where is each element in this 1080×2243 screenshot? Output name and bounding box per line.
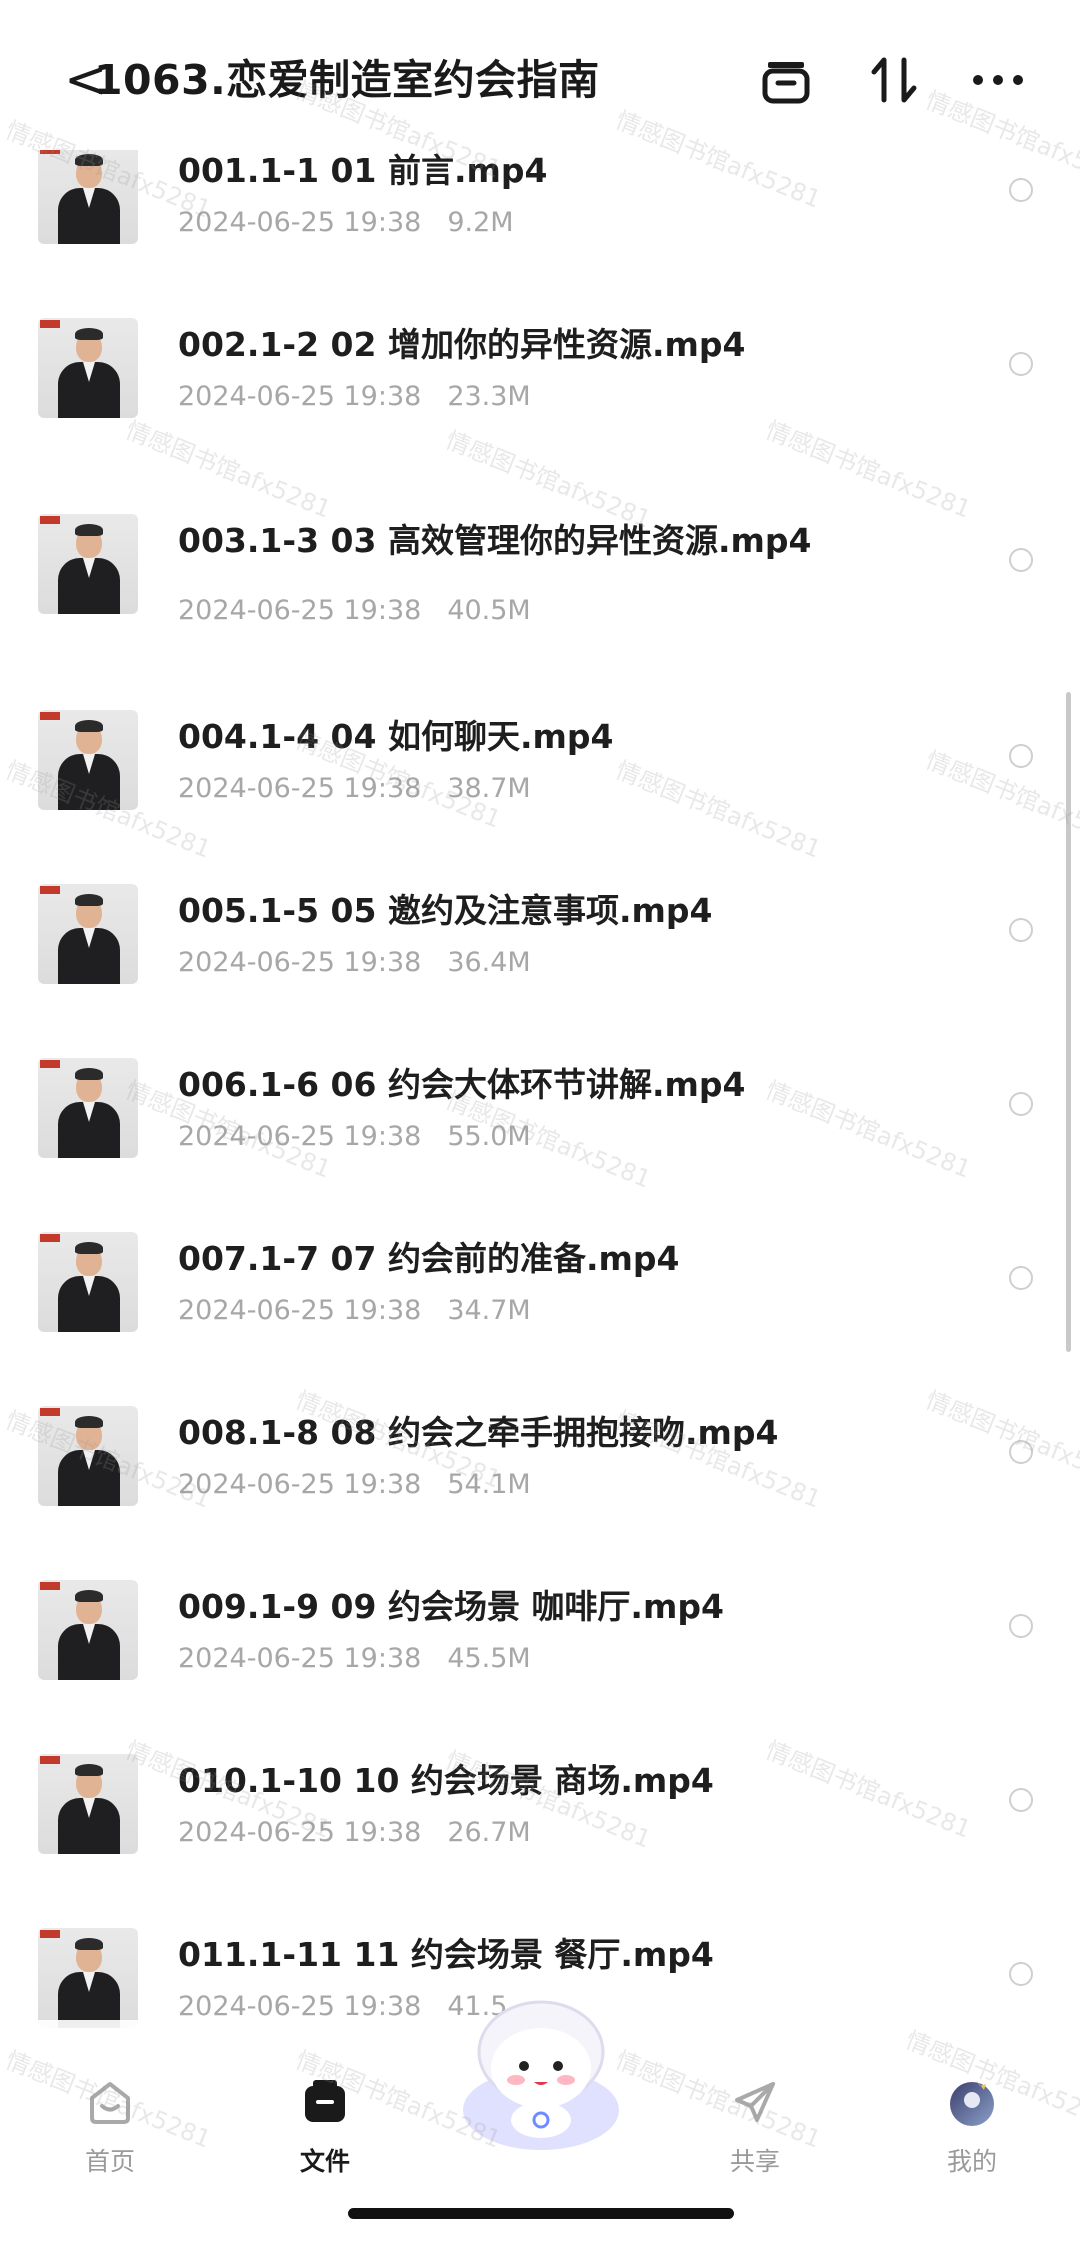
file-size: 34.7M [447, 1295, 531, 1326]
file-date: 2024-06-25 19:38 [178, 1817, 422, 1848]
file-row[interactable]: 004.1-4 04 如何聊天.mp4 2024-06-25 19:38 38.7… [0, 706, 1080, 880]
file-size: 55.0M [447, 1121, 531, 1152]
video-thumbnail [38, 318, 138, 418]
file-row[interactable]: 002.1-2 02 增加你的异性资源.mp4 2024-06-25 19:38… [0, 314, 1080, 488]
file-date: 2024-06-25 19:38 [178, 1121, 422, 1152]
file-date: 2024-06-25 19:38 [178, 1991, 422, 2022]
file-size: 38.7M [447, 773, 531, 804]
home-indicator [348, 2208, 734, 2219]
select-radio[interactable] [1009, 918, 1033, 942]
file-name: 001.1-1 01 前言.mp4 [178, 151, 548, 190]
select-radio[interactable] [1009, 1266, 1033, 1290]
file-meta: 2024-06-25 19:38 34.7M [178, 1294, 531, 1328]
file-date: 2024-06-25 19:38 [178, 947, 422, 978]
nav-share-label: 共享 [729, 2147, 780, 2176]
file-date: 2024-06-25 19:38 [178, 1469, 422, 1500]
file-date: 2024-06-25 19:38 [178, 773, 422, 804]
file-size: 45.5M [447, 1643, 531, 1674]
nav-home-label: 首页 [84, 2147, 135, 2176]
video-thumbnail [38, 1406, 138, 1506]
select-radio[interactable] [1009, 352, 1033, 376]
select-radio[interactable] [1009, 1092, 1033, 1116]
sort-icon[interactable] [864, 50, 924, 110]
file-date: 2024-06-25 19:38 [178, 381, 422, 412]
file-size: 54.1M [447, 1469, 531, 1500]
video-thumbnail [38, 1928, 138, 2028]
select-radio[interactable] [1009, 548, 1033, 572]
file-row[interactable]: 010.1-10 10 约会场景 商场.mp4 2024-06-25 19:38… [0, 1750, 1080, 1924]
top-bar: < 1063.恋爱制造室约会指南 [0, 0, 1080, 150]
video-thumbnail [38, 1580, 138, 1680]
select-radio[interactable] [1009, 1440, 1033, 1464]
file-meta: 2024-06-25 19:38 26.7M [178, 1816, 531, 1850]
select-radio[interactable] [1009, 744, 1033, 768]
video-thumbnail [38, 710, 138, 810]
avatar [950, 2080, 994, 2126]
file-name: 003.1-3 03 高效管理你的异性资源.mp4 [178, 521, 812, 560]
file-name: 006.1-6 06 约会大体环节讲解.mp4 [178, 1065, 746, 1104]
file-name: 004.1-4 04 如何聊天.mp4 [178, 717, 614, 756]
file-name: 007.1-7 07 约会前的准备.mp4 [178, 1239, 680, 1278]
file-row[interactable]: 009.1-9 09 约会场景 咖啡厅.mp4 2024-06-25 19:38… [0, 1576, 1080, 1750]
more-icon[interactable] [968, 50, 1028, 110]
page-title: 1063.恋爱制造室约会指南 [94, 56, 600, 104]
file-row[interactable]: 007.1-7 07 约会前的准备.mp4 2024-06-25 19:38 34… [0, 1228, 1080, 1402]
file-row[interactable]: 005.1-5 05 邀约及注意事项.mp4 2024-06-25 19:38 3… [0, 880, 1080, 1054]
file-size: 40.5M [447, 595, 531, 626]
file-size: 9.2M [447, 207, 514, 238]
file-meta: 2024-06-25 19:38 45.5M [178, 1642, 531, 1676]
file-date: 2024-06-25 19:38 [178, 1295, 422, 1326]
file-name: 011.1-11 11 约会场景 餐厅.mp4 [178, 1935, 714, 1974]
file-date: 2024-06-25 19:38 [178, 595, 422, 626]
video-thumbnail [38, 884, 138, 984]
file-row[interactable]: 006.1-6 06 约会大体环节讲解.mp4 2024-06-25 19:38… [0, 1054, 1080, 1228]
file-meta: 2024-06-25 19:38 54.1M [178, 1468, 531, 1502]
file-name: 010.1-10 10 约会场景 商场.mp4 [178, 1761, 714, 1800]
video-thumbnail [38, 514, 138, 614]
file-name: 002.1-2 02 增加你的异性资源.mp4 [178, 325, 746, 364]
file-row[interactable]: 001.1-1 01 前言.mp4 2024-06-25 19:38 9.2M [0, 140, 1080, 314]
scrollbar[interactable] [1066, 692, 1071, 1352]
file-size: 26.7M [447, 1817, 531, 1848]
file-meta: 2024-06-25 19:38 38.7M [178, 772, 531, 806]
file-meta: 2024-06-25 19:38 23.3M [178, 380, 531, 414]
video-thumbnail [38, 1754, 138, 1854]
select-radio[interactable] [1009, 1962, 1033, 1986]
home-icon [90, 2082, 130, 2124]
file-name: 009.1-9 09 约会场景 咖啡厅.mp4 [178, 1587, 724, 1626]
select-radio[interactable] [1009, 1614, 1033, 1638]
file-name: 005.1-5 05 邀约及注意事项.mp4 [178, 891, 713, 930]
file-meta: 2024-06-25 19:38 36.4M [178, 946, 531, 980]
file-name: 008.1-8 08 约会之牵手拥抱接吻.mp4 [178, 1413, 779, 1452]
select-radio[interactable] [1009, 1788, 1033, 1812]
file-row[interactable]: 003.1-3 03 高效管理你的异性资源.mp4 2024-06-25 19:… [0, 510, 1080, 684]
nav-mine-label: 我的 [946, 2147, 997, 2176]
file-meta: 2024-06-25 19:38 55.0M [178, 1120, 531, 1154]
file-meta: 2024-06-25 19:38 9.2M [178, 206, 514, 240]
share-icon [735, 2082, 775, 2122]
file-date: 2024-06-25 19:38 [178, 1643, 422, 1674]
file-date: 2024-06-25 19:38 [178, 207, 422, 238]
video-thumbnail [38, 144, 138, 244]
file-meta: 2024-06-25 19:38 40.5M [178, 594, 531, 628]
select-radio[interactable] [1009, 178, 1033, 202]
assistant-mascot[interactable] [446, 1990, 636, 2160]
video-thumbnail [38, 1232, 138, 1332]
file-size: 23.3M [447, 381, 531, 412]
file-size: 36.4M [447, 947, 531, 978]
video-thumbnail [38, 1058, 138, 1158]
nav-files-label: 文件 [299, 2147, 350, 2176]
save-to-album-icon[interactable] [756, 50, 816, 110]
files-icon [305, 2080, 345, 2122]
file-row[interactable]: 008.1-8 08 约会之牵手拥抱接吻.mp4 2024-06-25 19:3… [0, 1402, 1080, 1576]
